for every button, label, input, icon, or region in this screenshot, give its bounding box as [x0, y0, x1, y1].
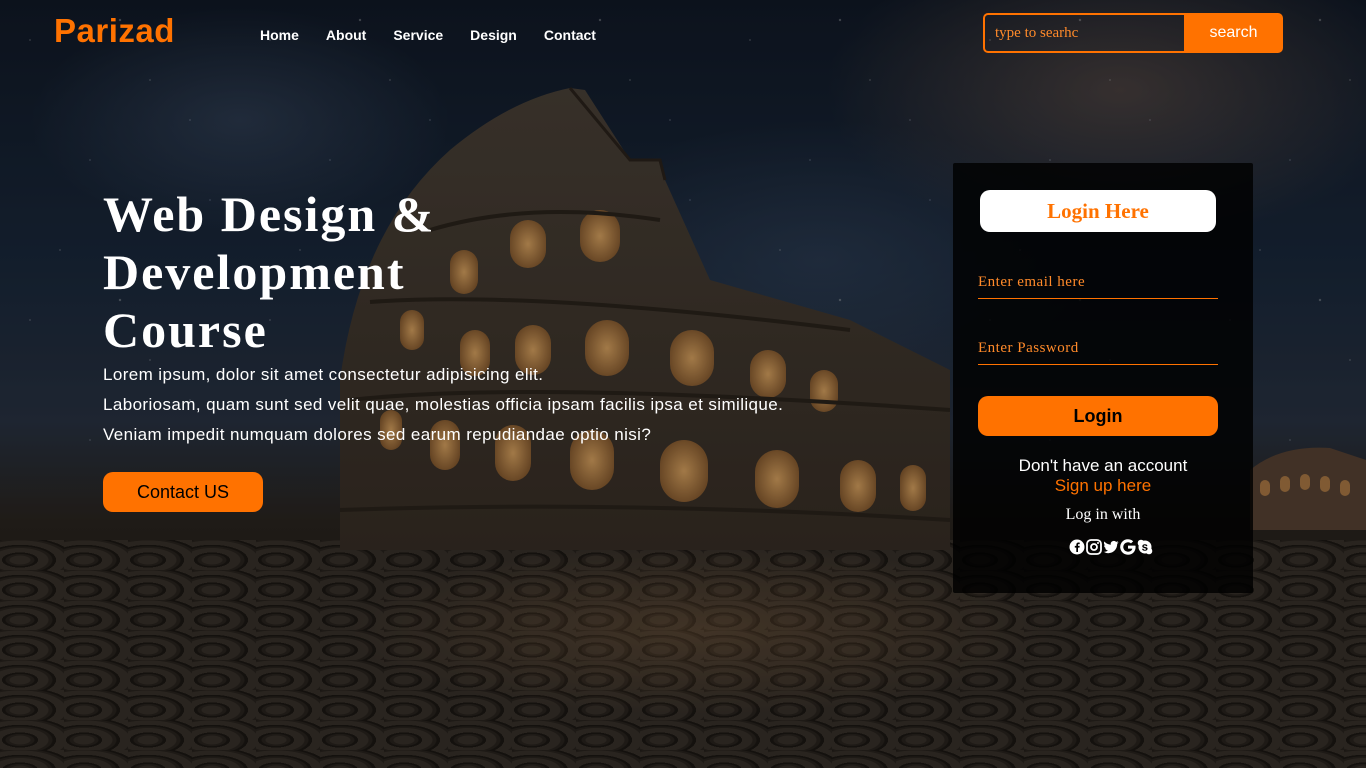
signup-prompt: Don't have an account Sign up here — [953, 456, 1253, 496]
social-login-icons — [1069, 539, 1153, 555]
hero-title-line: Development — [103, 244, 406, 300]
nav-about[interactable]: About — [326, 27, 366, 43]
instagram-icon[interactable] — [1086, 539, 1102, 555]
search-input[interactable] — [983, 13, 1184, 53]
contact-us-button[interactable]: Contact US — [103, 472, 263, 512]
search-bar: search — [983, 13, 1283, 53]
hero-title: Web Design & Development Course — [103, 185, 623, 359]
facebook-icon[interactable] — [1069, 539, 1085, 555]
hero-description: Lorem ipsum, dolor sit amet consectetur … — [103, 360, 843, 450]
password-field[interactable] — [978, 333, 1218, 365]
nav-contact[interactable]: Contact — [544, 27, 596, 43]
login-button[interactable]: Login — [978, 396, 1218, 436]
site-logo[interactable]: Parizad — [54, 12, 175, 50]
hero-title-line: Web Design & — [103, 186, 436, 242]
login-with-text: Log in with — [1065, 506, 1141, 523]
skype-icon[interactable] — [1137, 539, 1153, 555]
signup-link[interactable]: Sign up here — [953, 476, 1253, 496]
login-title: Login Here — [980, 190, 1216, 232]
nav-home[interactable]: Home — [260, 27, 299, 43]
hero-title-line: Course — [103, 302, 268, 358]
hero-text-line: Laboriosam, quam sunt sed velit quae, mo… — [103, 395, 784, 414]
main-nav: Home About Service Design Contact — [260, 27, 623, 43]
nav-design[interactable]: Design — [470, 27, 517, 43]
hero-text-line: Veniam impedit numquam dolores sed earum… — [103, 425, 652, 444]
search-button[interactable]: search — [1184, 13, 1283, 53]
google-icon[interactable] — [1120, 539, 1136, 555]
twitter-icon[interactable] — [1103, 539, 1119, 555]
nav-service[interactable]: Service — [393, 27, 443, 43]
no-account-text: Don't have an account — [1018, 456, 1188, 475]
email-field[interactable] — [978, 267, 1218, 299]
login-form: Login Here Login Don't have an account S… — [953, 163, 1253, 593]
hero-text-line: Lorem ipsum, dolor sit amet consectetur … — [103, 365, 544, 384]
